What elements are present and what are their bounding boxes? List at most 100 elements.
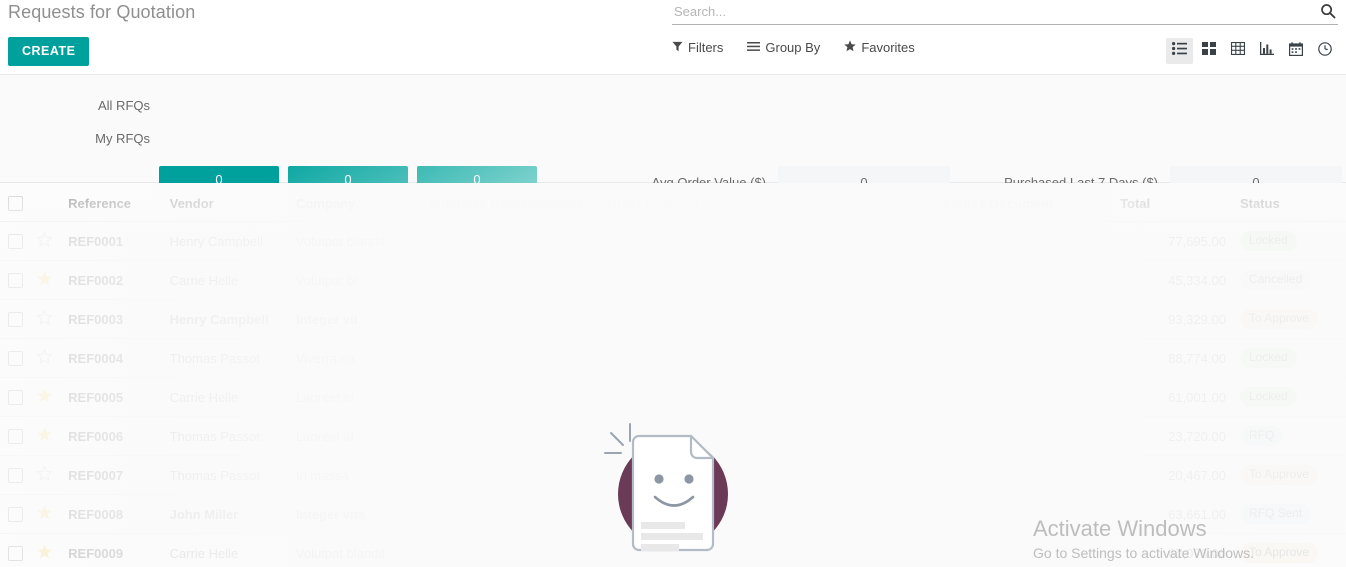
column-header-next-activity[interactable]: Next Activity bbox=[784, 183, 938, 223]
row-favorite-cell bbox=[33, 221, 65, 262]
row-favorite-cell bbox=[33, 299, 65, 340]
cell-reference: REF0005 bbox=[64, 377, 166, 418]
table-row[interactable]: REF0007 Thomas Passot In massa 20,467.00 To … bbox=[0, 455, 1346, 496]
pivot-view-button[interactable] bbox=[1224, 38, 1251, 64]
cell-vendor: John Miller bbox=[165, 494, 292, 535]
favorites-label: Favorites bbox=[861, 40, 915, 55]
row-checkbox[interactable] bbox=[8, 429, 23, 445]
cell-reference: REF0007 bbox=[64, 455, 166, 496]
table-row[interactable]: REF0001 Henry Campbell Volutpat blandit 77,… bbox=[0, 221, 1346, 262]
table-row[interactable]: REF0005 Carrie Helle Laoreet id 61,001.00 Lo… bbox=[0, 377, 1346, 418]
column-header-company[interactable]: Company bbox=[291, 183, 425, 223]
favorite-star-icon[interactable] bbox=[37, 505, 52, 520]
cell-total: 61,001.00 bbox=[1116, 377, 1230, 418]
search-input[interactable] bbox=[672, 0, 1292, 24]
column-header-order-deadline[interactable]: Order Deadline bbox=[602, 183, 785, 223]
cell-company: Volutpat bl bbox=[291, 260, 425, 301]
row-favorite-cell bbox=[33, 260, 65, 301]
cell-order-deadline bbox=[602, 299, 785, 340]
favorite-star-icon[interactable] bbox=[36, 465, 54, 482]
filters-menu[interactable]: Filters bbox=[672, 40, 723, 55]
table-row[interactable]: REF0002 Carrie Helle Volutpat bl 45,334.00 C… bbox=[0, 260, 1346, 301]
cell-reference: REF0009 bbox=[64, 533, 166, 567]
row-checkbox[interactable] bbox=[8, 351, 23, 367]
cell-source-document bbox=[937, 338, 1117, 379]
column-header-source-document[interactable]: Source Document bbox=[937, 183, 1117, 223]
row-checkbox[interactable] bbox=[8, 507, 23, 523]
list-icon bbox=[1172, 42, 1187, 60]
favorite-star-icon[interactable] bbox=[36, 231, 54, 248]
cell-company: Viverra na bbox=[291, 338, 425, 379]
cell-status: RFQ Sent bbox=[1229, 494, 1346, 535]
table-row[interactable]: REF0008 John Miller Integer vita 63,661.00 R… bbox=[0, 494, 1346, 535]
bar-chart-icon bbox=[1259, 42, 1274, 60]
status-badge: Locked bbox=[1239, 387, 1297, 408]
cell-total: 63,661.00 bbox=[1116, 494, 1230, 535]
view-switcher bbox=[1166, 38, 1338, 64]
search-box[interactable] bbox=[672, 0, 1338, 25]
create-button[interactable]: CREATE bbox=[8, 37, 90, 66]
search-icon[interactable] bbox=[1320, 3, 1336, 19]
row-select-cell bbox=[0, 299, 34, 340]
table-row[interactable]: REF0009 Carrie Helle Volutpat blandit 67,07… bbox=[0, 533, 1346, 567]
favorite-star-icon[interactable] bbox=[37, 544, 52, 559]
status-badge: Cancelled bbox=[1239, 270, 1312, 291]
column-header-total[interactable]: Total bbox=[1116, 183, 1230, 223]
cell-next-activity bbox=[784, 416, 938, 457]
cell-vendor: Carrie Helle bbox=[165, 260, 292, 301]
cell-company: Integer vita bbox=[291, 494, 425, 535]
activity-view-button[interactable] bbox=[1311, 38, 1338, 64]
favorite-star-icon[interactable] bbox=[37, 388, 52, 403]
cell-order-deadline bbox=[602, 533, 785, 567]
hamburger-icon bbox=[747, 41, 761, 55]
filters-label: Filters bbox=[688, 40, 724, 55]
favorite-star-icon[interactable] bbox=[36, 348, 54, 365]
cell-next-activity bbox=[784, 494, 938, 535]
cell-source-document bbox=[937, 494, 1117, 535]
favorite-star-icon[interactable] bbox=[37, 271, 52, 286]
favorites-menu[interactable]: Favorites bbox=[844, 40, 915, 55]
status-badge: To Approve bbox=[1239, 465, 1318, 486]
row-select-cell bbox=[0, 338, 34, 379]
favorite-star-icon[interactable] bbox=[36, 309, 54, 326]
cell-next-activity bbox=[784, 533, 938, 567]
row-favorite-cell bbox=[33, 377, 65, 418]
graph-view-button[interactable] bbox=[1253, 38, 1280, 64]
status-badge: RFQ Sent bbox=[1239, 504, 1312, 525]
cell-source-document bbox=[937, 377, 1117, 418]
list-view-button[interactable] bbox=[1166, 38, 1193, 64]
select-all-checkbox[interactable] bbox=[8, 196, 23, 212]
cell-total: 88,774.00 bbox=[1116, 338, 1230, 379]
cell-source-document bbox=[937, 260, 1117, 301]
column-header-vendor[interactable]: Vendor bbox=[165, 183, 292, 223]
favorite-star-icon[interactable] bbox=[37, 427, 52, 442]
cell-reference: REF0001 bbox=[64, 221, 166, 262]
row-checkbox[interactable] bbox=[8, 273, 23, 289]
cell-representative bbox=[424, 455, 603, 496]
table-row[interactable]: REF0003 Henry Campbell Integer vit 93,329.0… bbox=[0, 299, 1346, 340]
groupby-menu[interactable]: Group By bbox=[747, 40, 820, 55]
cell-next-activity bbox=[784, 299, 938, 340]
table-row[interactable]: REF0004 Thomas Passot Viverra na 88,774.00 L… bbox=[0, 338, 1346, 379]
cell-status: To Approve bbox=[1229, 455, 1346, 496]
row-checkbox[interactable] bbox=[8, 390, 23, 406]
column-header-representative[interactable]: Purchase Representative bbox=[424, 183, 603, 223]
kanban-view-button[interactable] bbox=[1195, 38, 1222, 64]
status-badge: Locked bbox=[1239, 348, 1297, 369]
calendar-view-button[interactable] bbox=[1282, 38, 1309, 64]
cell-source-document bbox=[937, 299, 1117, 340]
row-checkbox[interactable] bbox=[8, 546, 23, 562]
cell-reference: REF0006 bbox=[64, 416, 166, 457]
cell-reference: REF0003 bbox=[64, 299, 166, 340]
row-checkbox[interactable] bbox=[8, 234, 23, 250]
cell-representative bbox=[424, 221, 603, 262]
row-checkbox[interactable] bbox=[8, 468, 23, 484]
column-header-status[interactable]: Status bbox=[1229, 183, 1346, 223]
row-favorite-cell bbox=[33, 416, 65, 457]
cell-vendor: Henry Campbell bbox=[165, 299, 292, 340]
select-all-header bbox=[0, 183, 34, 223]
row-checkbox[interactable] bbox=[8, 312, 23, 328]
column-header-reference[interactable]: Reference bbox=[64, 183, 166, 223]
table-row[interactable]: REF0006 Thomas Passot Laoreet id 23,720.00 R… bbox=[0, 416, 1346, 457]
cell-representative bbox=[424, 338, 603, 379]
